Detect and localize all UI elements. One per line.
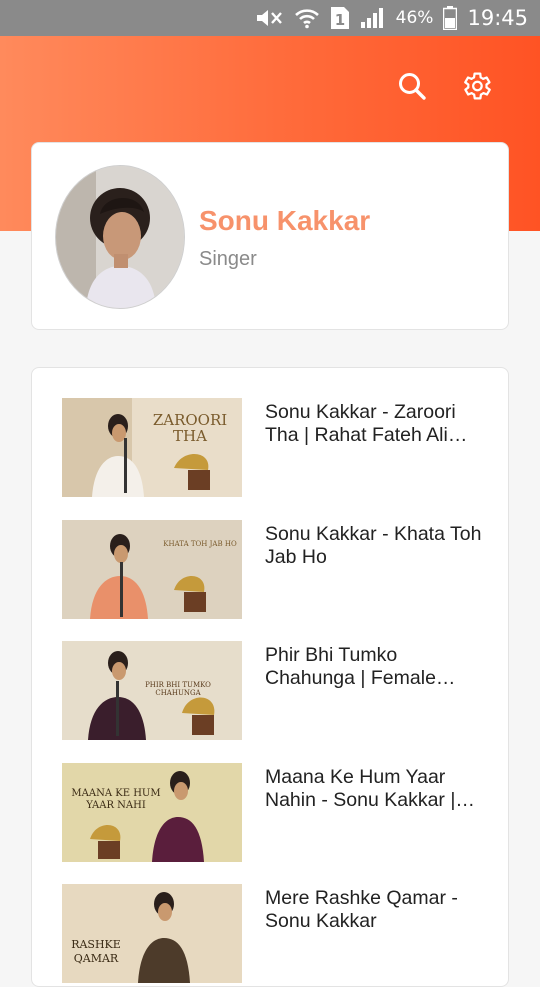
video-thumbnail: MAANA KE HUM YAAR NAHI	[62, 763, 242, 862]
video-thumbnail: RASHKE QAMAR	[62, 884, 242, 983]
video-thumbnail: ZAROORI THA	[62, 398, 242, 497]
video-title: Phir Bhi Tumko Chahunga | Female Version	[265, 644, 436, 689]
video-list: ZAROORI THA Sonu Kakkar - Zaroori Tha | …	[31, 367, 509, 987]
battery-percent: 46%	[395, 8, 434, 28]
avatar	[55, 165, 185, 309]
profile-role: Singer	[199, 248, 257, 270]
thumb-caption: QAMAR	[74, 952, 119, 965]
sim-label: 1	[334, 11, 344, 29]
video-item-phir-bhi-tumko-chahunga[interactable]: PHIR BHI TUMKO CHAHUNGA Phir Bhi Tumko C…	[62, 641, 492, 741]
search-button[interactable]	[392, 68, 432, 108]
video-thumbnail: PHIR BHI TUMKO CHAHUNGA	[62, 641, 242, 740]
clock: 19:45	[467, 6, 528, 30]
video-title: Sonu Kakkar - Khata Toh Jab Ho	[265, 523, 482, 568]
video-item-maana-ke-hum-yaar-nahin[interactable]: MAANA KE HUM YAAR NAHI Maana Ke Hum Yaar…	[62, 763, 492, 863]
mute-icon	[254, 7, 284, 29]
video-thumbnail: KHATA TOH JAB HO	[62, 520, 242, 619]
thumb-caption: THA	[173, 427, 207, 445]
signal-icon	[360, 7, 386, 29]
thumb-caption: KHATA TOH JAB HO	[163, 540, 237, 548]
thumb-caption: MAANA KE HUM	[71, 788, 160, 799]
video-item-khata-toh-jab-ho[interactable]: KHATA TOH JAB HO Sonu Kakkar - Khata Toh…	[62, 520, 492, 620]
thumb-caption: PHIR BHI TUMKO	[145, 681, 211, 689]
thumb-caption: RASHKE	[71, 938, 121, 951]
settings-button[interactable]	[456, 68, 496, 108]
video-title: Mere Rashke Qamar - Sonu Kakkar	[265, 887, 458, 932]
sim-icon: 1	[330, 6, 350, 30]
thumb-caption: YAAR NAHI	[85, 800, 146, 811]
status-bar: 1 46% 19:45	[0, 0, 540, 36]
search-icon	[397, 71, 427, 106]
gear-icon	[459, 69, 493, 108]
wifi-icon	[294, 7, 320, 29]
battery-icon	[443, 6, 458, 30]
video-item-zaroori-tha[interactable]: ZAROORI THA Sonu Kakkar - Zaroori Tha | …	[62, 398, 492, 498]
profile-name: Sonu Kakkar	[199, 205, 371, 236]
profile-card: Sonu Kakkar Singer	[31, 142, 509, 330]
video-title: Maana Ke Hum Yaar Nahin - Sonu Kakkar | …	[265, 766, 456, 811]
video-title: Sonu Kakkar - Zaroori Tha | Rahat Fateh …	[265, 401, 456, 446]
thumb-caption: CHAHUNGA	[155, 689, 201, 697]
video-item-mere-rashke-qamar[interactable]: RASHKE QAMAR Mere Rashke Qamar - Sonu Ka…	[62, 884, 492, 984]
